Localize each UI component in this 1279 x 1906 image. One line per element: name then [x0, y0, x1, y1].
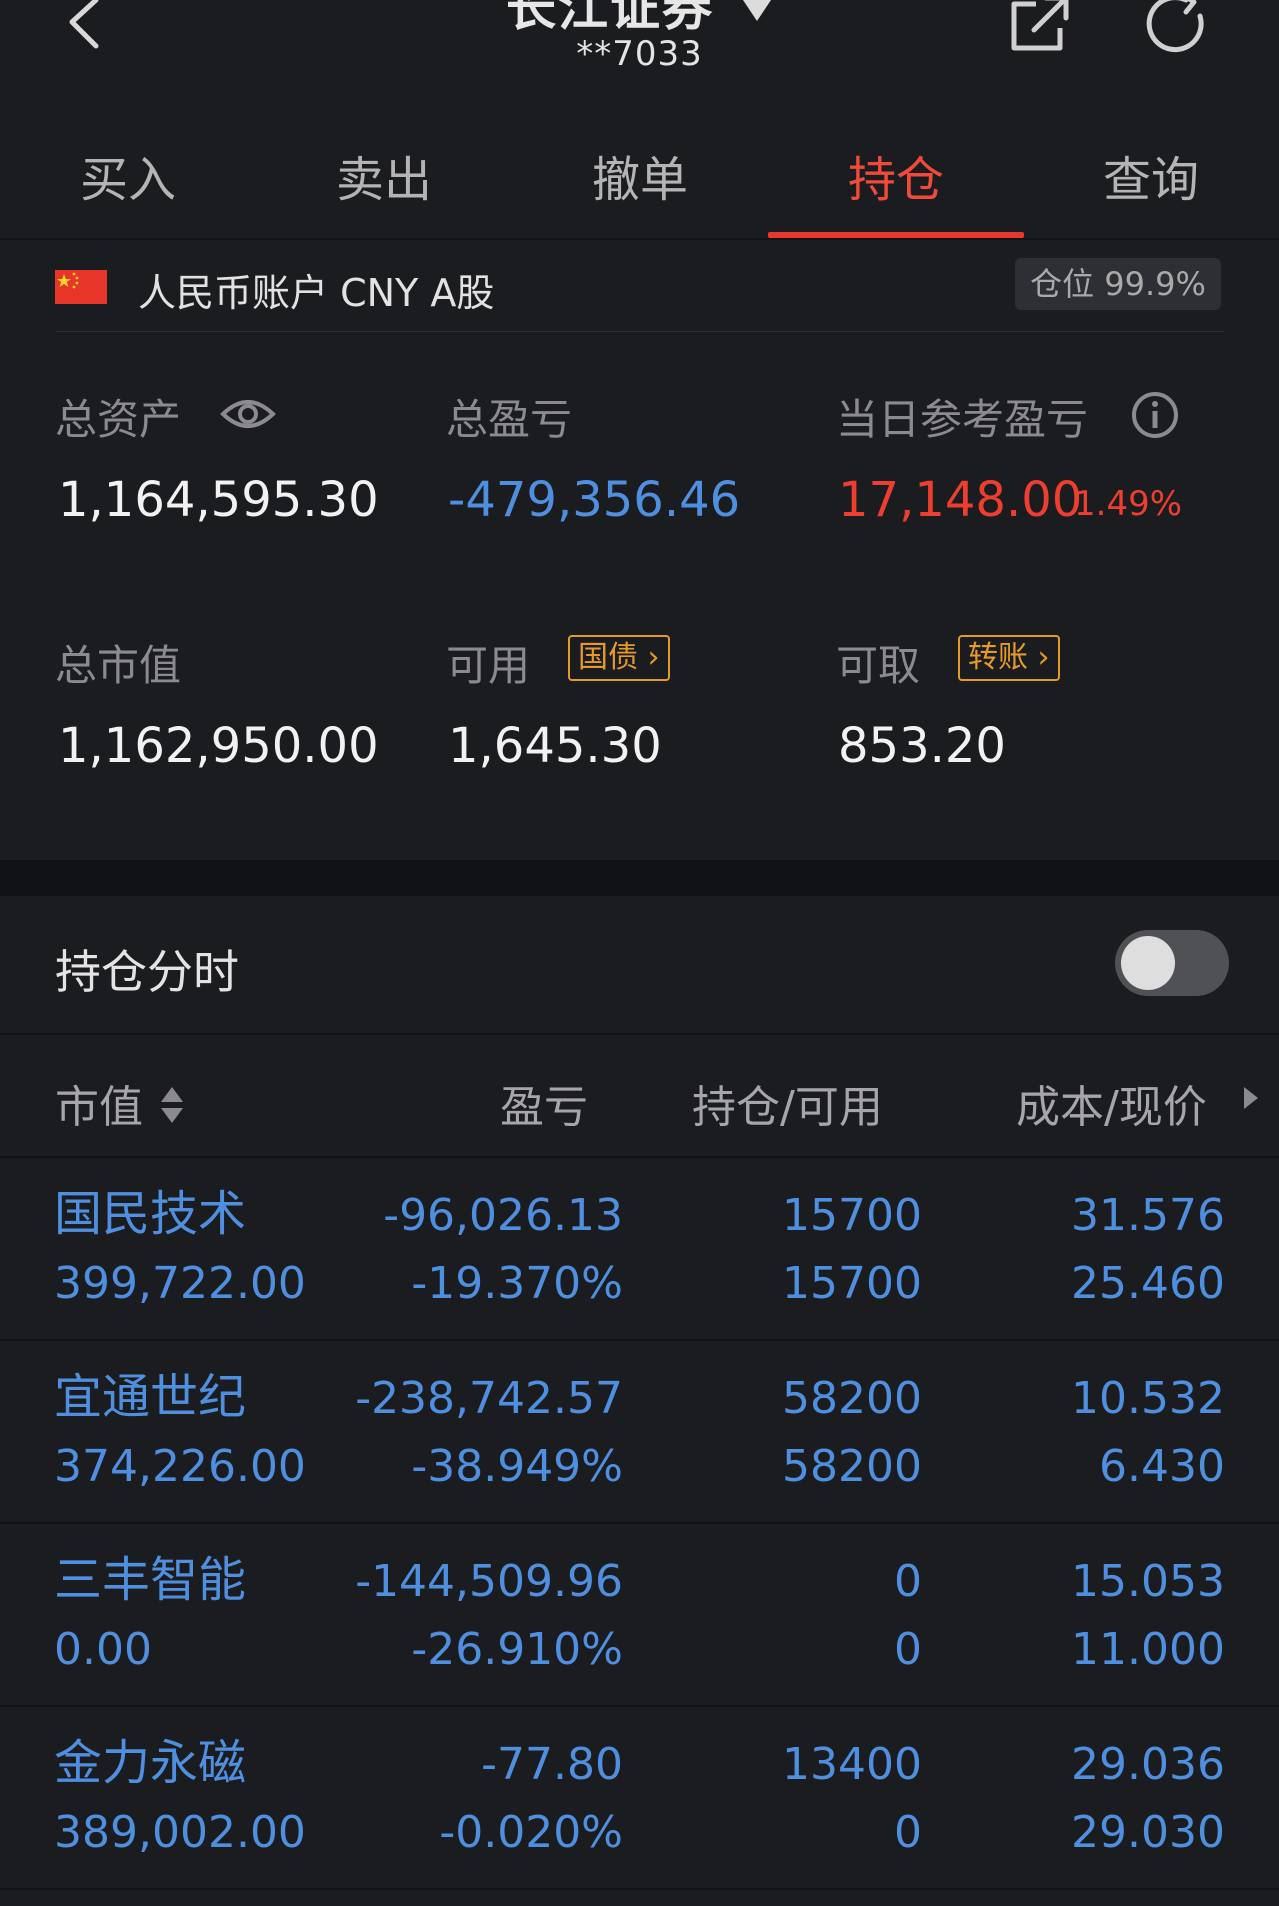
stock-price: 6.430 — [1099, 1441, 1225, 1492]
available-value: 1,645.30 — [448, 718, 662, 774]
divider — [55, 331, 1225, 332]
intraday-positions-toggle[interactable] — [1115, 930, 1229, 996]
account-row: 人民币账户 CNY A股 仓位 99.9% — [0, 240, 1279, 332]
eye-icon[interactable] — [220, 392, 276, 440]
stock-pnl-percent: -38.949% — [411, 1441, 623, 1492]
tab-cancel-order[interactable]: 撤单 — [512, 140, 768, 210]
stock-pnl-percent: -26.910% — [411, 1624, 623, 1675]
stock-name: 三丰智能 — [54, 1552, 247, 1608]
stock-name: 国民技术 — [54, 1186, 247, 1242]
today-pnl-label: 当日参考盈亏 — [836, 395, 1089, 444]
stock-price: 29.030 — [1071, 1807, 1225, 1858]
stock-position: 58200 — [782, 1373, 922, 1424]
header-market-value-label: 市值 — [55, 1082, 143, 1133]
market-value-value: 1,162,950.00 — [58, 718, 379, 774]
stock-position: 0 — [894, 1556, 922, 1607]
stock-market-value: 399,722.00 — [54, 1258, 306, 1309]
stock-position: 15700 — [782, 1190, 922, 1241]
header-pnl: 盈亏 — [500, 1082, 588, 1133]
stock-available: 58200 — [782, 1441, 922, 1492]
stock-price: 25.460 — [1071, 1258, 1225, 1309]
stock-pnl: -77.80 — [481, 1739, 623, 1790]
transfer-tag[interactable]: 转账 › — [958, 635, 1060, 681]
treasury-bond-tag-label: 国债 — [578, 640, 638, 675]
stock-price: 11.000 — [1071, 1624, 1225, 1675]
stock-market-value: 0.00 — [54, 1624, 152, 1675]
stock-cost: 29.036 — [1071, 1739, 1225, 1790]
stock-cost: 10.532 — [1071, 1373, 1225, 1424]
account-number: **7033 — [576, 34, 703, 74]
market-value-label: 总市值 — [55, 641, 182, 690]
total-pnl-value: -479,356.46 — [448, 472, 741, 528]
broker-title[interactable]: 长江证券 — [506, 0, 714, 37]
header-market-value[interactable]: 市值 — [55, 1071, 185, 1136]
table-row[interactable]: 三丰智能 0.00 -144,509.96 -26.910% 0 0 15.05… — [0, 1524, 1279, 1707]
broker-selector[interactable]: 长江证券 — [0, 0, 1279, 38]
stock-cost: 31.576 — [1071, 1190, 1225, 1241]
transfer-tag-label: 转账 — [968, 640, 1028, 675]
stock-available: 15700 — [782, 1258, 922, 1309]
tab-sell[interactable]: 卖出 — [256, 140, 512, 210]
chevron-right-icon: › — [638, 640, 660, 675]
sort-icon[interactable] — [159, 1085, 185, 1136]
tab-query[interactable]: 查询 — [1023, 140, 1279, 210]
stock-pnl: -144,509.96 — [355, 1556, 623, 1607]
top-bar: 长江证券 **7033 — [0, 0, 1279, 104]
intraday-positions-row: 持仓分时 — [0, 896, 1279, 1034]
tab-positions[interactable]: 持仓 — [768, 140, 1024, 210]
info-icon[interactable] — [1130, 390, 1180, 444]
toggle-knob — [1121, 936, 1175, 990]
total-assets-value: 1,164,595.30 — [58, 472, 379, 528]
account-label: 人民币账户 CNY A股 — [138, 271, 495, 315]
stock-market-value: 389,002.00 — [54, 1807, 306, 1858]
caret-down-icon[interactable] — [741, 0, 773, 27]
table-row[interactable]: 宜通世纪 374,226.00 -238,742.57 -38.949% 582… — [0, 1341, 1279, 1524]
table-row[interactable]: 金力永磁 389,002.00 -77.80 -0.020% 13400 0 2… — [0, 1707, 1279, 1890]
header-cost-price: 成本/现价 — [1016, 1082, 1207, 1133]
withdrawable-value: 853.20 — [838, 718, 1006, 774]
total-assets-label: 总资产 — [55, 395, 182, 444]
stock-pnl-percent: -0.020% — [439, 1807, 623, 1858]
stock-pnl-percent: -19.370% — [411, 1258, 623, 1309]
intraday-positions-label: 持仓分时 — [55, 945, 239, 999]
stock-available: 0 — [894, 1624, 922, 1675]
stock-pnl: -96,026.13 — [383, 1190, 623, 1241]
section-gap — [0, 860, 1279, 896]
stock-name: 宜通世纪 — [54, 1369, 247, 1425]
stock-available: 0 — [894, 1807, 922, 1858]
stock-name: 金力永磁 — [54, 1735, 247, 1791]
trade-tabs: 买入 卖出 撤单 持仓 查询 — [0, 104, 1279, 240]
withdrawable-label: 可取 — [836, 641, 921, 690]
stock-position: 13400 — [782, 1739, 922, 1790]
header-position: 持仓/可用 — [692, 1082, 883, 1133]
chevron-right-icon[interactable] — [1242, 1085, 1260, 1115]
table-row[interactable]: 国民技术 399,722.00 -96,026.13 -19.370% 1570… — [0, 1158, 1279, 1341]
positions-table-header: 市值 盈亏 持仓/可用 成本/现价 — [0, 1035, 1279, 1157]
china-flag-icon — [55, 270, 107, 304]
stock-pnl: -238,742.57 — [355, 1373, 623, 1424]
treasury-bond-tag[interactable]: 国债 › — [568, 635, 670, 681]
today-pnl-percent: 1.49% — [1074, 484, 1183, 524]
today-pnl-value: 17,148.00 — [838, 472, 1083, 528]
refresh-icon[interactable] — [1142, 0, 1216, 64]
share-icon[interactable] — [1006, 0, 1080, 64]
positions-list: 国民技术 399,722.00 -96,026.13 -19.370% 1570… — [0, 1158, 1279, 1890]
stock-market-value: 374,226.00 — [54, 1441, 306, 1492]
total-pnl-label: 总盈亏 — [446, 395, 573, 444]
available-label: 可用 — [446, 641, 531, 690]
chevron-right-icon: › — [1028, 640, 1050, 675]
stock-cost: 15.053 — [1071, 1556, 1225, 1607]
tab-buy[interactable]: 买入 — [0, 140, 256, 210]
position-ratio-badge: 仓位 99.9% — [1015, 258, 1221, 310]
